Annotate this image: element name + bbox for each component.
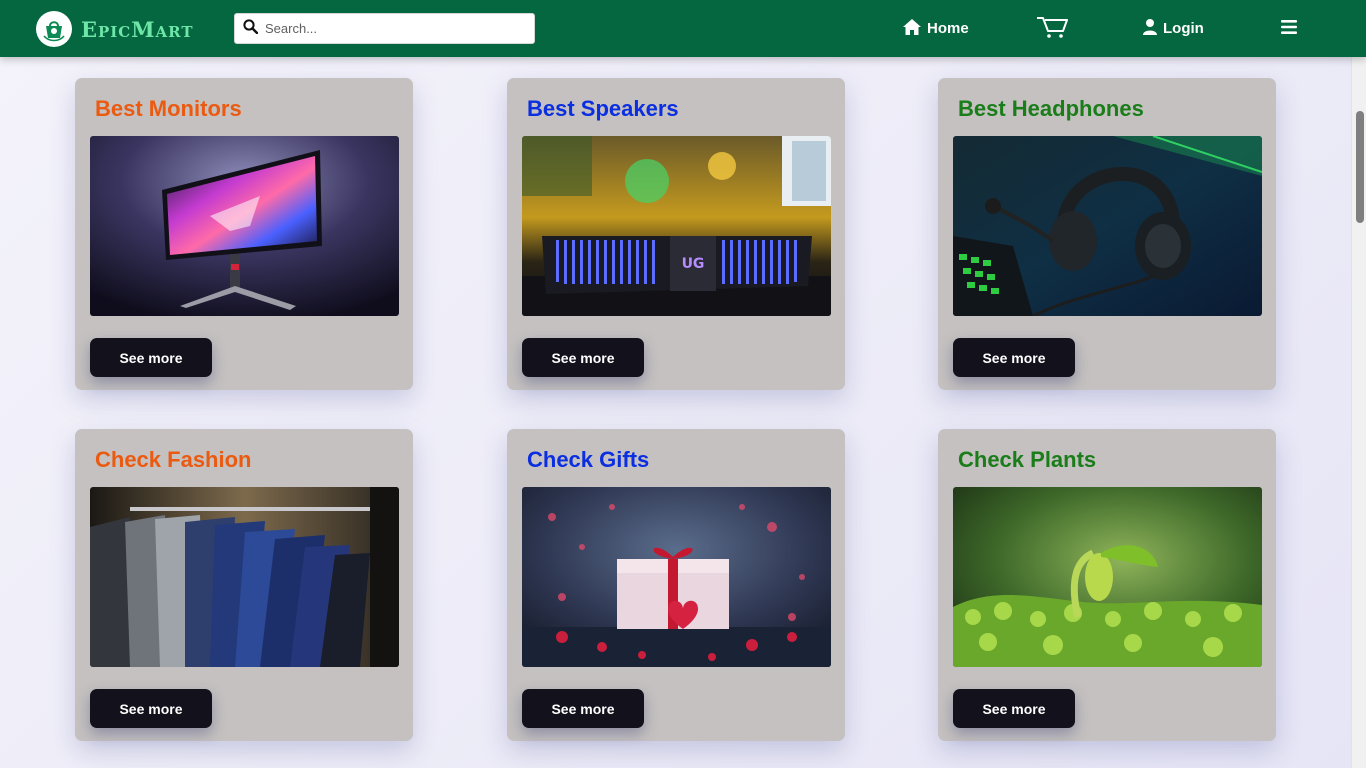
brand-name: EpicMart xyxy=(81,16,194,42)
page-scrollbar[interactable] xyxy=(1351,57,1366,768)
nav-login-link[interactable]: Login xyxy=(1143,0,1204,57)
category-card-monitors: Best Monitors See more xyxy=(75,78,413,390)
see-more-button[interactable]: See more xyxy=(90,338,212,377)
nav-home-link[interactable]: Home xyxy=(903,0,969,57)
search-input[interactable] xyxy=(265,21,525,36)
user-icon xyxy=(1143,18,1157,39)
category-card-fashion: Check Fashion See more xyxy=(75,429,413,741)
home-icon xyxy=(903,18,921,39)
brand[interactable]: EpicMart xyxy=(36,11,194,47)
card-title: Check Gifts xyxy=(527,447,650,472)
card-title: Best Headphones xyxy=(958,96,1144,121)
hamburger-menu-button[interactable] xyxy=(1281,0,1297,57)
search-bar[interactable] xyxy=(234,13,535,44)
see-more-button[interactable]: See more xyxy=(522,338,644,377)
hamburger-menu-icon xyxy=(1281,19,1297,38)
card-title: Check Plants xyxy=(958,447,1097,472)
suits-on-rack-image xyxy=(90,487,399,667)
card-title: Best Speakers xyxy=(527,96,679,121)
see-more-button[interactable]: See more xyxy=(953,338,1075,377)
scrollbar-thumb[interactable] xyxy=(1356,111,1364,223)
cart-icon xyxy=(1036,15,1068,43)
gaming-monitor-image xyxy=(90,136,399,316)
card-title: Best Monitors xyxy=(95,96,242,121)
category-card-headphones: Best Headphones See more xyxy=(938,78,1276,390)
card-title: Check Fashion xyxy=(95,447,252,472)
see-more-button[interactable]: See more xyxy=(953,689,1075,728)
cart-link[interactable] xyxy=(1036,0,1068,57)
svg-text:UG: UG xyxy=(682,256,705,272)
gift-box-hearts-image xyxy=(522,487,831,667)
login-label: Login xyxy=(1163,20,1204,37)
navbar: EpicMart Home xyxy=(0,0,1366,57)
see-more-button[interactable]: See more xyxy=(90,689,212,728)
search-icon xyxy=(243,18,259,39)
category-card-speakers: Best Speakers UG See more xyxy=(507,78,845,390)
sprouting-plant-image xyxy=(953,487,1262,667)
category-card-plants: Check Plants See more xyxy=(938,429,1276,741)
category-card-gifts: Check Gifts See more xyxy=(507,429,845,741)
gaming-headset-image xyxy=(953,136,1262,316)
soundbar-speaker-image: UG xyxy=(522,136,831,316)
shopping-bag-icon xyxy=(36,11,72,47)
home-label: Home xyxy=(927,20,969,37)
see-more-button[interactable]: See more xyxy=(522,689,644,728)
